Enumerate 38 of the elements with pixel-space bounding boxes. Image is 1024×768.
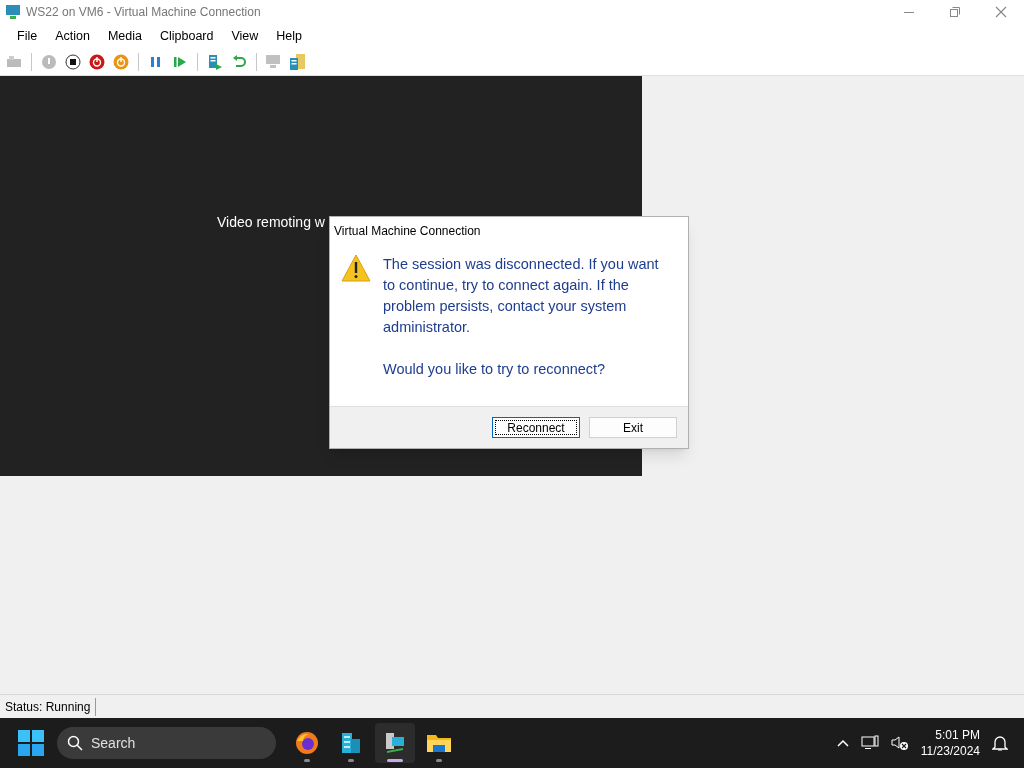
warning-icon <box>341 254 371 282</box>
menu-item[interactable]: Clipboard <box>150 26 223 46</box>
vm-message: Video remoting w <box>217 213 325 232</box>
network-icon[interactable] <box>860 735 879 751</box>
app-indicator <box>348 759 354 762</box>
clock-time[interactable]: 5:01 PM <box>935 727 980 743</box>
dialog-message: The session was disconnected. If you want to continue, try to connect again. If the problem persists, contact your system administrator. <box>383 255 660 337</box>
dialog-button[interactable]: Exit <box>589 417 677 438</box>
browser-icon <box>295 731 319 755</box>
status-text: Status: Running <box>0 697 97 716</box>
taskbar-app[interactable] <box>375 723 415 763</box>
close-icon <box>995 6 1007 18</box>
clock-date[interactable]: 11/23/2024 <box>920 743 980 759</box>
restore-icon <box>950 7 960 17</box>
muted-speaker-icon[interactable] <box>890 735 909 751</box>
computer-icon <box>383 731 407 755</box>
computer-icon <box>5 4 21 20</box>
bell-icon[interactable] <box>992 734 1008 752</box>
app-indicator <box>304 759 310 762</box>
menu-item[interactable]: Media <box>98 26 151 46</box>
windows-logo-icon[interactable] <box>18 730 44 756</box>
stop-icon[interactable] <box>63 51 83 72</box>
menu-item[interactable]: File <box>8 26 47 46</box>
menu-item[interactable]: Help <box>267 26 312 46</box>
search-field[interactable]: Search <box>57 727 276 759</box>
app-indicator <box>436 759 442 762</box>
search-placeholder: Search <box>91 733 136 753</box>
app-indicator <box>387 759 403 762</box>
buildings-icon <box>339 731 363 755</box>
chevron-up-icon[interactable] <box>836 739 849 747</box>
menu-item[interactable]: View <box>222 26 268 46</box>
search-icon <box>67 735 83 751</box>
dialog-button[interactable]: Reconnect <box>492 417 580 438</box>
server-icon[interactable] <box>288 51 308 72</box>
dialog-title: Virtual Machine Connection <box>333 223 482 240</box>
dialog-question: Would you like to try to reconnect? <box>383 360 607 379</box>
window-title: WS22 on VM6 - Virtual Machine Connection <box>26 4 261 21</box>
menu-item[interactable]: Action <box>46 26 99 46</box>
